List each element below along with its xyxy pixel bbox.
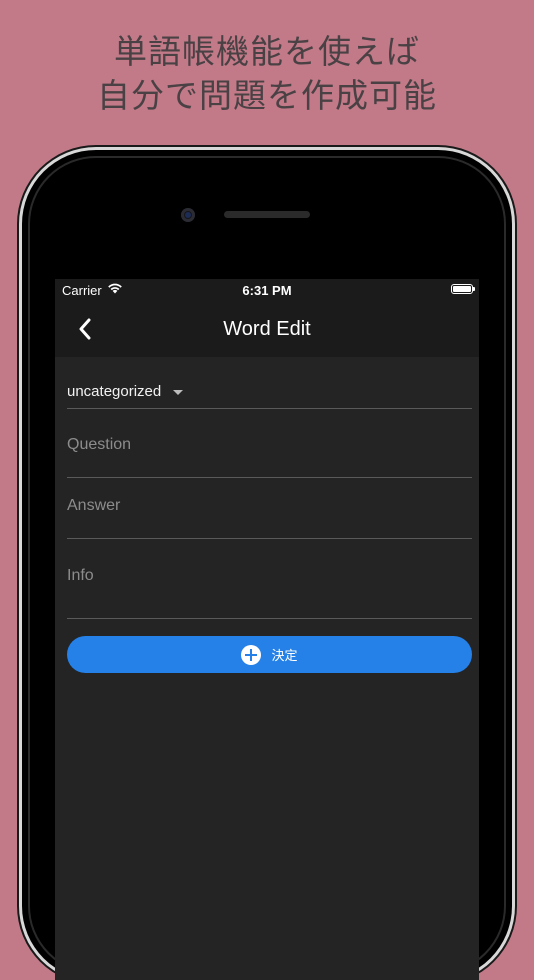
promo-headline: 単語帳機能を使えば 自分で問題を作成可能 (0, 30, 534, 118)
back-button[interactable] (69, 313, 101, 345)
category-selected-value: uncategorized (67, 383, 162, 400)
answer-input[interactable] (67, 495, 472, 517)
info-field (67, 538, 472, 619)
answer-field (67, 477, 472, 539)
phone-frame: Carrier 6:31 PM Word Edit uncategorized (22, 150, 512, 980)
question-input[interactable] (67, 434, 472, 456)
plus-circle-icon (241, 644, 262, 665)
promo-line-2: 自分で問題を作成可能 (97, 76, 437, 115)
earpiece-speaker (224, 211, 310, 218)
status-time: 6:31 PM (242, 283, 292, 298)
dropdown-arrow-icon (173, 390, 183, 395)
page-title: Word Edit (223, 318, 311, 340)
phone-screen: Carrier 6:31 PM Word Edit uncategorized (55, 279, 479, 980)
app-bar: Word Edit (55, 301, 479, 357)
info-input[interactable] (67, 565, 472, 587)
promo-line-1: 単語帳機能を使えば (114, 32, 420, 71)
battery-icon (451, 284, 475, 294)
category-dropdown[interactable]: uncategorized (67, 377, 472, 409)
question-field (67, 408, 472, 478)
front-camera (181, 208, 195, 222)
status-bar: Carrier 6:31 PM (55, 279, 479, 301)
chevron-left-icon (79, 318, 91, 340)
submit-button[interactable]: 決定 (67, 636, 472, 673)
submit-label: 決定 (271, 649, 298, 664)
